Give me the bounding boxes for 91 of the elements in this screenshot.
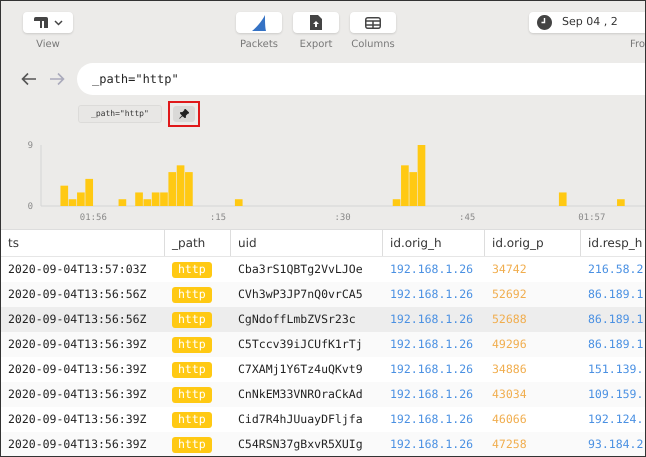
pin-button[interactable] [172,106,195,122]
table-cell-text: 2020-09-04T13:56:39Z [8,360,146,378]
y-tick-label: 0 [28,202,33,212]
table-cell-text: 192.168.1.26 [390,286,474,303]
table-cell-text: C54RSN37gBxvR5XUIg [238,436,363,453]
table-row[interactable]: 2020-09-04T13:56:56Z http CVh3wP3JP7nQ0vrCA5 192.168.1.26 52692 86.189.1 [1,282,645,307]
path-tag: http [172,286,212,302]
table-cell-text: 2020-09-04T13:57:03Z [8,260,146,278]
table-row[interactable]: 2020-09-04T13:56:39Z http CnNkEM33VNROraCkAd 192.168.1.26 43034 109.159. [1,382,645,407]
table-cell-text: C5Tccv39iJCUfK1rTj [238,336,363,353]
table-cell-text: C7XAMj1Y6Tz4uQKvt9 [238,360,363,378]
search-field[interactable]: _path="http" [77,63,645,95]
histogram-bar [234,199,243,206]
view-label: View [36,38,60,52]
export-label: Export [300,38,332,52]
path-tag: http [172,362,212,378]
table-cell-text: 46066 [492,410,527,428]
table-cell-text: 192.168.1.26 [390,260,474,278]
table-cell-text: 43034 [492,386,527,403]
view-button[interactable] [23,12,73,33]
y-tick-label: 9 [28,141,33,151]
x-tick-label: :30 [334,213,351,223]
table-cell-text: 52688 [492,310,527,328]
x-tick-label: 01:57 [578,213,606,223]
table-cell-text: 2020-09-04T13:56:39Z [8,386,146,403]
table-cell-text: CgNdoffLmbZVSr23c [238,310,356,328]
table-cell-text: 2020-09-04T13:56:39Z [8,436,146,453]
table-cell-text: 86.189.1 [588,286,644,303]
table-cell-text: 109.159. [588,386,644,403]
column-header[interactable]: _path [165,234,206,252]
table-cell-text: 216.58.2 [588,260,644,278]
path-tag: http [172,312,212,328]
fin-icon [251,14,267,30]
column-header[interactable]: id.resp_h [581,234,642,252]
table-cell-text: 2020-09-04T13:56:56Z [8,286,146,303]
path-tag: http [172,436,212,452]
table-row[interactable]: 2020-09-04T13:56:39Z http C5Tccv39iJCUfK1rTj 192.168.1.26 49296 86.189.1 [1,332,645,357]
table-cell-text: 47258 [492,436,527,453]
table-cell-text: 192.168.1.26 [390,360,474,378]
histogram-bar [118,199,126,206]
table-icon [365,16,381,28]
columns-button[interactable] [350,12,396,33]
date-button[interactable]: Sep 04 , 2 [529,12,645,33]
table-cell-text: 52692 [492,286,527,303]
path-tag: http [172,412,212,428]
path-tag: http [172,336,212,352]
table-row[interactable]: 2020-09-04T13:56:39Z http C54RSN37gBxvR5XUIg 192.168.1.26 47258 93.184.2 [1,432,645,456]
table-cell-text: 151.139. [588,360,644,378]
table-cell-text: 192.168.1.26 [390,436,474,453]
pin-icon [178,109,189,119]
x-tick-label: :45 [459,213,476,223]
chevron-down-icon [54,20,62,26]
path-tag: http [172,386,212,402]
table-cell-text: 34886 [492,360,527,378]
table-cell-text: 2020-09-04T13:56:39Z [8,410,146,428]
table-cell-text: 93.184.2 [588,436,644,453]
table-cell-text: 192.168.1.26 [390,410,474,428]
columns-label: Columns [351,38,395,52]
clock-icon [537,15,552,30]
export-button[interactable] [293,12,339,33]
table-cell-text: 34742 [492,260,527,278]
from-label: Fro [630,38,645,52]
table-cell-text: 192.124. [588,410,644,428]
table-cell-text: 2020-09-04T13:56:39Z [8,336,146,353]
table-cell-text: CnNkEM33VNROraCkAd [238,386,363,403]
packets-label: Packets [240,38,278,52]
path-tag: http [172,262,212,278]
table-cell-text: Cba3rS1QBTg2VvLJOe [238,260,363,278]
table-row[interactable]: 2020-09-04T13:56:56Z http CgNdoffLmbZVSr23c 192.168.1.26 52688 86.189.1 [1,307,645,332]
table-cell-text: 192.168.1.26 [390,336,474,353]
column-header[interactable]: uid [231,234,257,252]
packets-button[interactable] [236,12,282,33]
histogram-bar [558,192,567,206]
table-cell-text: 192.168.1.26 [390,310,474,328]
x-tick-label: 01:56 [80,213,107,223]
filter-pill[interactable]: _path="http" [78,105,162,123]
table-cell-text: 2020-09-04T13:56:56Z [8,310,146,328]
table-cell-text: 192.168.1.26 [390,386,474,403]
table-cell-text: 86.189.1 [588,336,644,353]
table-cell-text: Cid7R4hJUuayDFljfa [238,410,363,428]
histogram-bar [617,199,625,206]
layout-icon [34,17,48,28]
x-tick-label: :15 [210,213,226,223]
export-icon [310,15,322,30]
table-cell-text: 49296 [492,336,527,353]
back-arrow-icon[interactable] [21,72,37,86]
column-header[interactable]: id.orig_p [485,234,544,252]
column-header[interactable]: id.orig_h [383,234,442,252]
table-cell-text: 86.189.1 [588,310,644,328]
column-header[interactable]: ts [1,234,19,252]
table-cell-text: CVh3wP3JP7nQ0vrCA5 [238,286,363,303]
